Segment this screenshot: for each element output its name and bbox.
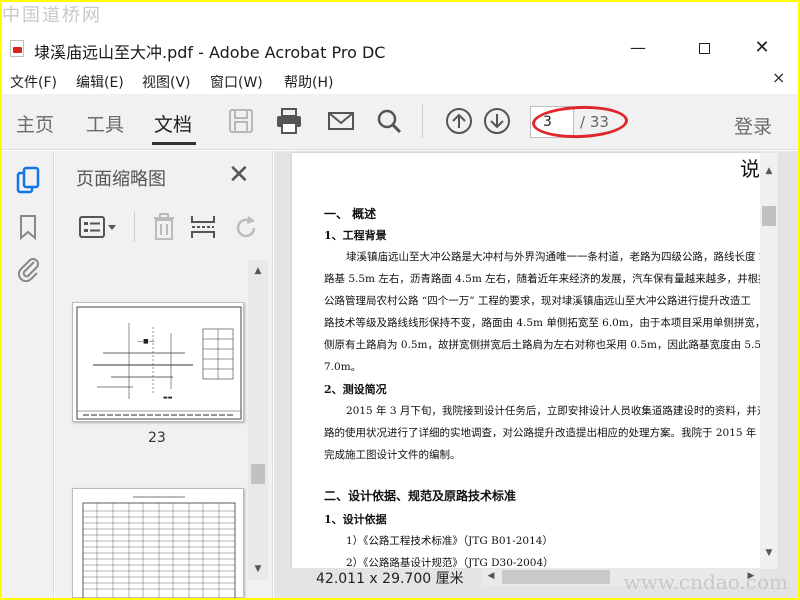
close-document-button[interactable]: × (772, 68, 785, 87)
document-paragraph-line: 埭溪镇庙远山至大冲公路是大冲村与外界沟通唯一一条村道，老路为四级公路，路线长度 … (346, 251, 760, 263)
document-paragraph-line: 路的使用状况进行了详细的实地调查，对公路提升改造提出相应的处理方案。我院于 20… (324, 427, 760, 439)
panel-separator (134, 212, 135, 242)
document-heading: 1、设计依据 (324, 513, 387, 526)
document-paragraph-line: 侧原有土路肩为 0.5m，故拼宽侧拼宽后土路肩为左右对称也采用 0.5m，因此路… (324, 339, 760, 351)
next-page-icon[interactable] (482, 106, 512, 136)
print-icon[interactable] (274, 106, 304, 136)
thumbnail-table (82, 496, 236, 598)
thumb-scroll-up-icon[interactable]: ▲ (251, 266, 265, 276)
pdf-file-icon (10, 40, 24, 57)
menu-help[interactable]: 帮助(H) (284, 72, 333, 92)
menu-window[interactable]: 窗口(W) (210, 72, 263, 92)
rotate-page-icon[interactable] (232, 214, 260, 242)
svg-text:—■—: —■— (137, 338, 155, 345)
active-tab-indicator (152, 142, 196, 145)
window-title: 埭溪庙远山至大冲.pdf - Adobe Acrobat Pro DC (34, 43, 386, 62)
login-link[interactable]: 登录 (734, 112, 772, 139)
menu-view[interactable]: 视图(V) (142, 72, 191, 92)
prev-page-icon[interactable] (444, 106, 474, 136)
minimize-button[interactable]: — (624, 36, 652, 60)
tab-tools[interactable]: 工具 (86, 110, 124, 137)
document-heading: 1、工程背景 (324, 229, 387, 242)
toolbar-separator (422, 104, 423, 138)
attachment-icon[interactable] (16, 256, 42, 282)
watermark-bottom: www.cndao.com (623, 570, 788, 594)
document-paragraph-line: 2015 年 3 月下旬，我院接到设计任务后，立即安排设计人员收集道路建设时的资… (346, 405, 760, 417)
menu-file[interactable]: 文件(F) (10, 72, 57, 92)
page-thumbnail[interactable]: —■— ▬▬ (72, 302, 244, 422)
document-heading: 2、测设简况 (324, 383, 387, 396)
menu-edit[interactable]: 编辑(E) (76, 72, 124, 92)
page-heading-char: 说 (740, 157, 760, 181)
thumbnail-label: 23 (148, 430, 166, 446)
svg-text:▬▬: ▬▬ (163, 395, 173, 401)
maximize-button[interactable] (690, 36, 718, 60)
document-paragraph-line: 路技术等级及路线线形保持不变，路面由 4.5m 单侧拓宽至 6.0m，由于本项目… (324, 317, 760, 329)
thumbnail-scroll-thumb[interactable] (251, 464, 265, 484)
scroll-left-icon[interactable]: ◀ (484, 571, 498, 581)
thumbnail-scrollbar[interactable] (248, 260, 268, 580)
scroll-down-icon[interactable]: ▼ (762, 548, 776, 558)
close-panel-button[interactable]: ✕ (228, 160, 250, 190)
thumbnail-drawing: —■— ▬▬ (76, 306, 242, 420)
page-size-label: 42.011 x 29.700 厘米 (316, 571, 464, 587)
panel-title: 页面缩略图 (76, 169, 166, 190)
tab-home[interactable]: 主页 (16, 110, 54, 137)
document-heading: 二、设计依据、规范及原路技术标准 (324, 489, 517, 503)
thumb-scroll-down-icon[interactable]: ▼ (251, 564, 265, 574)
page-thumbnail[interactable] (72, 488, 244, 598)
scroll-up-icon[interactable]: ▲ (762, 166, 776, 176)
horizontal-scroll-thumb[interactable] (502, 570, 610, 584)
thumbnail-options-icon[interactable] (78, 214, 118, 240)
vertical-scroll-thumb[interactable] (762, 206, 776, 226)
maximize-icon (698, 43, 710, 54)
document-paragraph-line: 7.0m。 (324, 361, 362, 373)
extract-page-icon[interactable] (190, 212, 216, 242)
pages-icon[interactable] (16, 166, 42, 196)
tab-document[interactable]: 文档 (154, 110, 192, 137)
bookmark-icon[interactable] (18, 214, 38, 240)
document-paragraph-line: 1）《公路工程技术标准》（JTG B01-2014） (346, 535, 553, 547)
email-icon[interactable] (326, 106, 356, 136)
document-paragraph-line: 公路管理局农村公路 “四个一万” 工程的要求，现对埭溪镇庙远山至大冲公路进行提升… (324, 295, 751, 307)
save-icon[interactable] (226, 106, 256, 136)
close-window-button[interactable]: ✕ (748, 36, 776, 60)
document-page: 说 一、 概述 1、工程背景埭溪镇庙远山至大冲公路是大冲村与外界沟通唯一一条村道，… (292, 153, 760, 569)
delete-page-icon[interactable] (152, 212, 176, 242)
document-heading: 一、 概述 (324, 207, 377, 221)
search-icon[interactable] (374, 106, 404, 136)
watermark-top: 中国道桥网 (2, 5, 102, 26)
document-paragraph-line: 完成施工图设计文件的编制。 (324, 449, 461, 461)
document-paragraph-line: 2）《公路路基设计规范》（JTG D30-2004） (346, 557, 554, 569)
document-paragraph-line: 路基 5.5m 左右，沥青路面 4.5m 左右，随着近年来经济的发展，汽车保有量… (324, 273, 760, 285)
